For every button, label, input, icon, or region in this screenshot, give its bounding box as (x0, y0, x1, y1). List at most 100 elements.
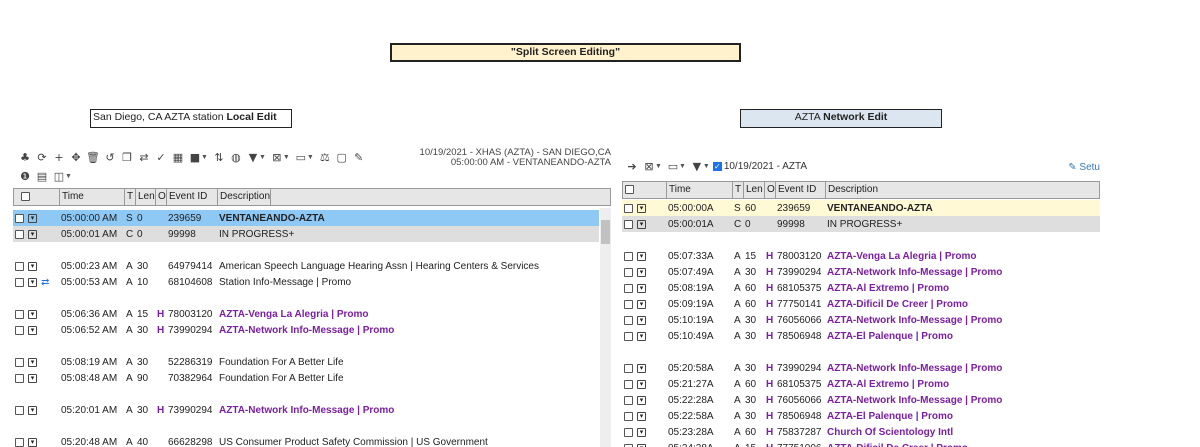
expand-icon[interactable]: ▾ (28, 229, 37, 239)
add-icon[interactable]: + (51, 149, 67, 165)
expand-icon[interactable]: ▾ (637, 331, 646, 341)
table-row[interactable]: ▾ ⇄ 05:00:53 AM A 10 68104608 Station Info-Mes… (13, 274, 599, 290)
table-row[interactable]: ▾ 05:08:19 AM A 30 52286319 Foundation For A … (13, 354, 599, 370)
expand-icon[interactable]: ▾ (28, 309, 37, 319)
chevron-down-icon[interactable]: ▼ (307, 154, 314, 161)
expand-icon[interactable]: ▾ (28, 213, 37, 223)
table-row[interactable]: ▾ 05:07:49A A 30 H 73990294 AZTA-Network Info-… (622, 264, 1100, 280)
table-row[interactable]: ▾ 05:20:58A A 30 H 73990294 AZTA-Network Info-… (622, 360, 1100, 376)
col-type[interactable]: T (125, 189, 136, 205)
chevron-down-icon[interactable]: ▼ (259, 154, 266, 161)
expand-icon[interactable]: ▾ (637, 315, 646, 325)
row-checkbox[interactable] (624, 443, 633, 447)
copy-icon[interactable]: ❐ (119, 149, 135, 165)
move-icon[interactable]: ✥ (68, 149, 84, 165)
calendar-icon[interactable]: ▦ (170, 149, 186, 165)
expand-icon[interactable]: ▾ (28, 325, 37, 335)
trash-icon[interactable]: 🗑 (85, 149, 101, 165)
row-checkbox[interactable] (624, 219, 633, 229)
col-type[interactable]: T (733, 182, 744, 198)
expand-icon[interactable]: ▾ (637, 443, 646, 447)
insert-arrow-icon[interactable]: ➔ (624, 158, 640, 174)
table-row[interactable]: ▾ 05:23:28A A 60 H 75837287 Church Of Scientol… (622, 424, 1100, 440)
col-time[interactable]: Time (667, 182, 733, 198)
check-icon[interactable]: ✓ (153, 149, 169, 165)
expand-icon[interactable]: ▾ (28, 405, 37, 415)
select-all-checkbox[interactable] (21, 191, 30, 201)
expand-icon[interactable]: ▾ (28, 277, 37, 287)
row-checkbox[interactable] (15, 213, 24, 223)
expand-icon[interactable]: ▾ (637, 363, 646, 373)
row-checkbox[interactable] (624, 283, 633, 293)
chevron-down-icon[interactable]: ▼ (655, 163, 662, 170)
expand-icon[interactable]: ▾ (637, 427, 646, 437)
tree-icon[interactable]: ♣ (17, 149, 33, 165)
table-row[interactable]: ▾ 05:00:00 AM S 0 239659 VENTANEANDO-AZTA (13, 210, 599, 226)
table-row[interactable]: ▾ 05:24:28AA15H77751006AZTA-Dificil De Cr… (622, 440, 1100, 447)
table-row[interactable]: ▾ 05:20:01 AM A 30 H 73990294 AZTA-Network Inf… (13, 402, 599, 418)
table-row[interactable]: ▾ 05:00:00A S 60 239659 VENTANEANDO-AZTA (622, 200, 1100, 216)
table-row[interactable]: ▾ 05:00:01A C 0 99998 IN PROGRESS+ (622, 216, 1100, 232)
swap-icon[interactable]: ⇄ (41, 277, 49, 288)
col-o[interactable]: O (156, 189, 167, 205)
swap-icon[interactable]: ⇄ (136, 149, 152, 165)
col-time[interactable]: Time (60, 189, 125, 205)
expand-icon[interactable]: ▾ (637, 299, 646, 309)
table-row[interactable]: ▾ 05:08:48 AM A 90 70382964 Foundation For A … (13, 370, 599, 386)
table-row[interactable]: ▾ 05:20:48 AM A 40 66628298 US Consumer Produ… (13, 434, 599, 447)
table-row[interactable]: ▾ 05:06:36 AM A 15 H 78003120 AZTA-Venga La Al… (13, 306, 599, 322)
chevron-down-icon[interactable]: ▼ (679, 163, 686, 170)
local-scroll-thumb[interactable] (601, 220, 610, 244)
expand-icon[interactable]: ▾ (28, 373, 37, 383)
select-all-cell[interactable] (14, 189, 60, 205)
row-checkbox[interactable] (624, 379, 633, 389)
row-checkbox[interactable] (624, 363, 633, 373)
table-row[interactable]: ▾ 05:00:23 AM A 30 64979414 American Speech L… (13, 258, 599, 274)
info-icon[interactable]: ❶ (17, 168, 33, 184)
chevron-down-icon[interactable]: ▼ (703, 163, 710, 170)
row-checkbox[interactable] (15, 437, 24, 447)
row-checkbox[interactable] (15, 277, 24, 287)
col-event-id[interactable]: Event ID (776, 182, 826, 198)
col-description[interactable]: Description (218, 189, 271, 205)
expand-icon[interactable]: ▾ (637, 411, 646, 421)
table-row[interactable]: ▾ 05:06:52 AM A 30 H 73990294 AZTA-Network Inf… (13, 322, 599, 338)
expand-icon[interactable]: ▾ (637, 267, 646, 277)
col-o[interactable]: O (765, 182, 776, 198)
col-description[interactable]: Description (826, 182, 1099, 198)
row-checkbox[interactable] (624, 427, 633, 437)
table-row[interactable]: ▾ 05:08:19A A 60 H 68105375 AZTA-Al Extremo | … (622, 280, 1100, 296)
table-row[interactable]: ▾ 05:22:28A A 30 H 76056066 AZTA-Network Info-… (622, 392, 1100, 408)
row-checkbox[interactable] (624, 315, 633, 325)
local-scrollbar[interactable] (600, 208, 611, 447)
chevron-down-icon[interactable]: ▼ (283, 154, 290, 161)
expand-icon[interactable]: ▾ (637, 219, 646, 229)
row-checkbox[interactable] (624, 251, 633, 261)
globe-icon[interactable]: ◍ (228, 149, 244, 165)
row-checkbox[interactable] (624, 395, 633, 405)
row-checkbox[interactable] (15, 325, 24, 335)
select-all-checkbox[interactable] (625, 184, 634, 194)
expand-icon[interactable]: ▾ (637, 283, 646, 293)
setup-link[interactable]: ✎ Setu (1068, 162, 1100, 173)
document-icon[interactable]: ▤ (34, 168, 50, 184)
row-checkbox[interactable] (624, 203, 633, 213)
wrench-icon[interactable]: ✎ (351, 149, 367, 165)
expand-icon[interactable]: ▾ (637, 395, 646, 405)
col-len[interactable]: Len (136, 189, 156, 205)
table-row[interactable]: ▾ 05:21:27A A 60 H 68105375 AZTA-Al Extremo | … (622, 376, 1100, 392)
table-row[interactable]: ▾ 05:09:19A A 60 H 77750141 AZTA-Dificil De Cr… (622, 296, 1100, 312)
expand-icon[interactable]: ▾ (637, 203, 646, 213)
expand-icon[interactable]: ▾ (637, 251, 646, 261)
table-row[interactable]: ▾ 05:10:19A A 30 H 76056066 AZTA-Network Info-… (622, 312, 1100, 328)
row-checkbox[interactable] (624, 299, 633, 309)
select-all-cell[interactable] (623, 182, 667, 198)
row-checkbox[interactable] (624, 331, 633, 341)
refresh-icon[interactable]: ⟳ (34, 149, 50, 165)
row-checkbox[interactable] (15, 261, 24, 271)
expand-icon[interactable]: ▾ (637, 379, 646, 389)
chevron-down-icon[interactable]: ▼ (201, 154, 208, 161)
col-len[interactable]: Len (744, 182, 765, 198)
table-row[interactable]: ▾ 05:22:58A A 30 H 78506948 AZTA-El Palenque |… (622, 408, 1100, 424)
row-checkbox[interactable] (15, 373, 24, 383)
